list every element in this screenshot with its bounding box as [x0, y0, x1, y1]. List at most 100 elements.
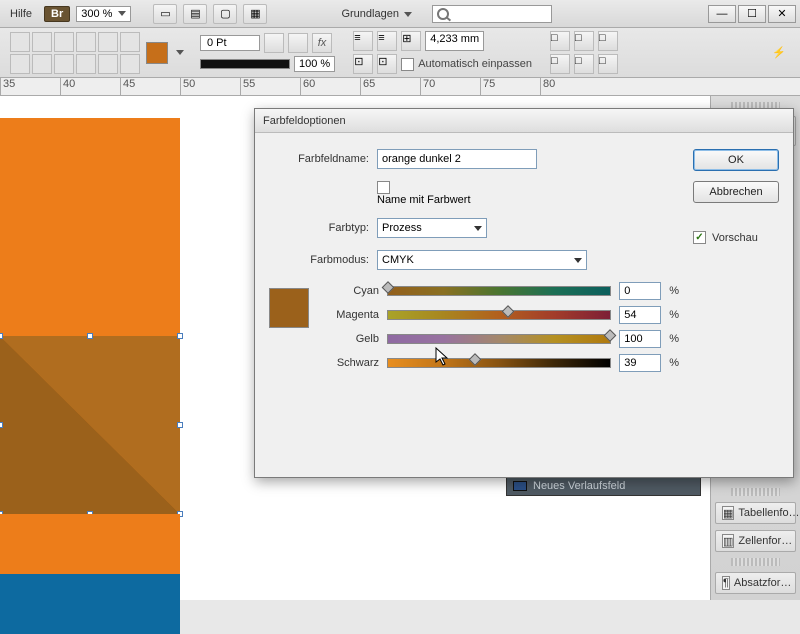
name-with-color-checkbox[interactable]: Name mit Farbwert	[377, 181, 471, 206]
cancel-button[interactable]: Abbrechen	[693, 181, 779, 203]
preview-checkbox[interactable]: Vorschau	[693, 231, 779, 244]
ruler-tick: 65	[360, 78, 420, 95]
tool-icon[interactable]	[76, 54, 96, 74]
swatch-name-label: Farbfeldname:	[269, 153, 369, 165]
align-icon[interactable]: ≡	[353, 31, 373, 51]
checkbox-icon	[377, 181, 390, 194]
selection-handle[interactable]	[177, 422, 183, 428]
color-mode-dropdown[interactable]: CMYK	[377, 250, 587, 270]
table-icon: ▦	[722, 506, 734, 520]
dialog-titlebar[interactable]: Farbfeldoptionen	[255, 109, 793, 133]
selection-handle[interactable]	[0, 333, 3, 339]
panel-grip[interactable]	[731, 488, 780, 496]
percent-label: %	[669, 285, 679, 297]
percent-label: %	[669, 333, 679, 345]
view-icon-2[interactable]: ▤	[183, 4, 207, 24]
slider-thumb[interactable]	[502, 305, 515, 318]
selection-handle[interactable]	[87, 333, 93, 339]
panel-grip[interactable]	[731, 558, 780, 566]
color-preview-swatch	[269, 288, 309, 328]
slider-yellow[interactable]	[387, 334, 611, 344]
swatch-options-dialog: Farbfeldoptionen Farbfeldname: Name mit …	[254, 108, 794, 478]
selection-handle[interactable]	[177, 333, 183, 339]
workspace-switcher[interactable]: Grundlagen	[333, 5, 420, 23]
align-icon[interactable]: ≡	[377, 31, 397, 51]
tool-icon[interactable]	[54, 32, 74, 52]
swatch-name-input[interactable]	[377, 149, 537, 169]
slider-black[interactable]	[387, 358, 611, 368]
ok-button[interactable]: OK	[693, 149, 779, 171]
ruler-tick: 50	[180, 78, 240, 95]
window-minimize[interactable]: —	[708, 5, 736, 23]
fx-icon[interactable]: fx	[312, 33, 332, 53]
slider-thumb[interactable]	[604, 329, 617, 342]
selected-object[interactable]	[0, 336, 180, 514]
selection-handle[interactable]	[0, 422, 3, 428]
slider-cyan[interactable]	[387, 286, 611, 296]
slider-thumb[interactable]	[382, 281, 395, 294]
slider-thumb[interactable]	[468, 353, 481, 366]
bridge-badge[interactable]: Br	[44, 6, 70, 22]
menu-help[interactable]: Hilfe	[4, 5, 38, 23]
chevron-down-icon	[574, 258, 582, 263]
view-icon-1[interactable]: ▭	[153, 4, 177, 24]
bounds-icon[interactable]: ⊞	[401, 31, 421, 51]
tool-icon[interactable]	[76, 32, 96, 52]
tool-icon[interactable]	[10, 54, 30, 74]
tool-icon[interactable]	[32, 32, 52, 52]
color-type-dropdown[interactable]: Prozess	[377, 218, 487, 238]
yellow-value-input[interactable]	[619, 330, 661, 348]
frame-opt-icon[interactable]: □	[598, 54, 618, 74]
cyan-value-input[interactable]	[619, 282, 661, 300]
horizontal-ruler: 35 40 45 50 55 60 65 70 75 80	[0, 78, 800, 96]
zoom-level[interactable]: 300 %	[76, 6, 131, 22]
black-value-input[interactable]	[619, 354, 661, 372]
magenta-value-input[interactable]	[619, 306, 661, 324]
flash-icon[interactable]: ⚡	[768, 42, 790, 64]
slider-magenta[interactable]	[387, 310, 611, 320]
panel-button-table-styles[interactable]: ▦Tabellenfo…	[715, 502, 796, 524]
tool-icon[interactable]	[120, 32, 140, 52]
opacity-value: 100 %	[299, 58, 330, 70]
shape-rectangle-blue[interactable]	[0, 574, 180, 634]
fit-icon[interactable]: ⊡	[353, 54, 373, 74]
ruler-tick: 80	[540, 78, 600, 95]
fill-swatch[interactable]	[146, 42, 168, 64]
ruler-tick: 70	[420, 78, 480, 95]
frame-opt-icon[interactable]: □	[598, 31, 618, 51]
measure-1[interactable]: 4,233 mm	[425, 31, 484, 51]
frame-opt-icon[interactable]: □	[574, 54, 594, 74]
chevron-down-icon[interactable]	[176, 50, 184, 55]
search-field[interactable]	[432, 5, 552, 23]
window-maximize[interactable]: ☐	[738, 5, 766, 23]
stroke-weight[interactable]: 0 Pt	[200, 35, 260, 51]
view-icon-3[interactable]: ▢	[213, 4, 237, 24]
frame-opt-icon[interactable]: □	[574, 31, 594, 51]
window-close[interactable]: ✕	[768, 5, 796, 23]
stroke-style[interactable]	[200, 59, 290, 69]
opt-icon[interactable]	[264, 33, 284, 53]
shape-rectangle-orange[interactable]	[0, 118, 180, 336]
panel-button-cell-styles[interactable]: ▥Zellenfor…	[715, 530, 796, 552]
fit-icon[interactable]: ⊡	[377, 54, 397, 74]
auto-fit-checkbox[interactable]: Automatisch einpassen	[401, 58, 532, 71]
arrange-icon[interactable]: ▦	[243, 4, 267, 24]
shape-rectangle-orange[interactable]	[0, 514, 180, 574]
chevron-down-icon	[118, 11, 126, 16]
tool-icon[interactable]	[98, 54, 118, 74]
frame-opt-icon[interactable]: □	[550, 54, 570, 74]
slider-label-cyan: Cyan	[323, 285, 379, 297]
tool-icon[interactable]	[120, 54, 140, 74]
opt-icon[interactable]	[288, 33, 308, 53]
tool-icon[interactable]	[54, 54, 74, 74]
tool-icon[interactable]	[98, 32, 118, 52]
panel-menu-item[interactable]: Neues Verlaufsfeld	[506, 476, 701, 496]
ruler-tick: 40	[60, 78, 120, 95]
panel-menu-label: Neues Verlaufsfeld	[533, 480, 625, 492]
tool-icon[interactable]	[32, 54, 52, 74]
panel-button-paragraph-styles[interactable]: ¶Absatzfor…	[715, 572, 796, 594]
tool-cluster	[10, 32, 140, 74]
opacity-field[interactable]: 100 %	[294, 56, 335, 72]
tool-icon[interactable]	[10, 32, 30, 52]
frame-opt-icon[interactable]: □	[550, 31, 570, 51]
